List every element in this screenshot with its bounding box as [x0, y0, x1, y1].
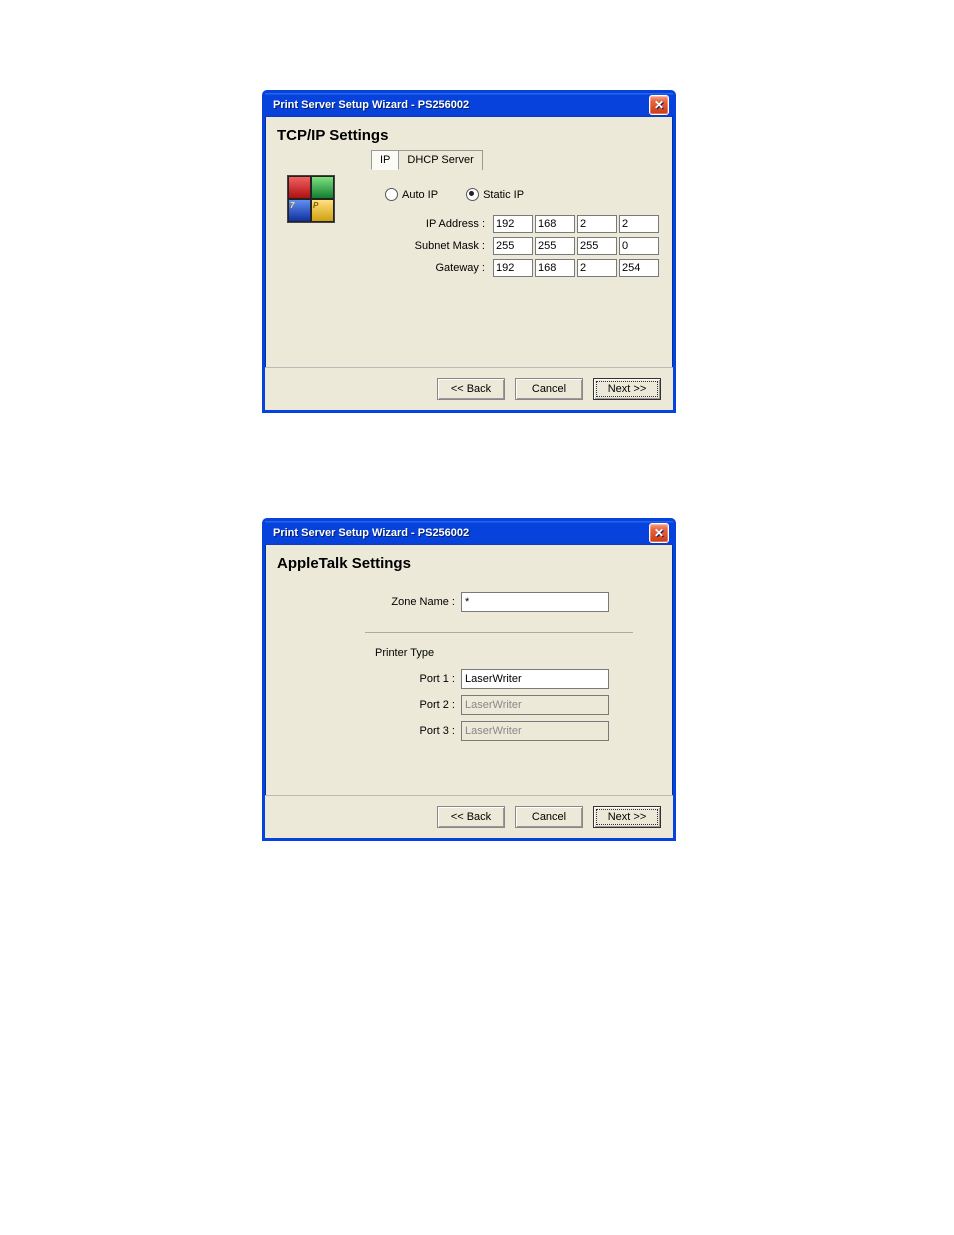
subnet-octet-2[interactable] — [535, 237, 575, 255]
titlebar[interactable]: Print Server Setup Wizard - PS256002 ✕ — [265, 521, 673, 545]
ip-octet-2[interactable] — [535, 215, 575, 233]
subnet-mask-label: Subnet Mask : — [411, 240, 491, 252]
port2-label: Port 2 : — [375, 699, 461, 711]
gateway-octet-4[interactable] — [619, 259, 659, 277]
subnet-octet-3[interactable] — [577, 237, 617, 255]
wizard-window-tcpip: Print Server Setup Wizard - PS256002 ✕ T… — [262, 90, 676, 413]
radio-auto-ip-label: Auto IP — [402, 189, 438, 201]
port1-label: Port 1 : — [375, 673, 461, 685]
gateway-label: Gateway : — [411, 262, 491, 274]
subnet-octet-1[interactable] — [493, 237, 533, 255]
page-title: TCP/IP Settings — [277, 127, 663, 144]
gateway-octet-1[interactable] — [493, 259, 533, 277]
radio-static-ip-label: Static IP — [483, 189, 524, 201]
close-icon[interactable]: ✕ — [649, 95, 669, 115]
gateway-octet-2[interactable] — [535, 259, 575, 277]
divider — [365, 632, 633, 633]
next-button[interactable]: Next >> — [593, 378, 661, 400]
radio-auto-ip[interactable]: Auto IP — [385, 188, 438, 201]
ip-octet-3[interactable] — [577, 215, 617, 233]
ip-octet-4[interactable] — [619, 215, 659, 233]
port3-input — [461, 721, 609, 741]
gateway-octet-3[interactable] — [577, 259, 617, 277]
wizard-window-appletalk: Print Server Setup Wizard - PS256002 ✕ A… — [262, 518, 676, 841]
ip-octet-1[interactable] — [493, 215, 533, 233]
port2-input — [461, 695, 609, 715]
radio-static-ip[interactable]: Static IP — [466, 188, 524, 201]
window-title: Print Server Setup Wizard - PS256002 — [273, 527, 469, 539]
window-title: Print Server Setup Wizard - PS256002 — [273, 99, 469, 111]
titlebar[interactable]: Print Server Setup Wizard - PS256002 ✕ — [265, 93, 673, 117]
zone-name-label: Zone Name : — [375, 596, 461, 608]
tcpip-logo-icon: 7 P — [287, 175, 335, 223]
subnet-octet-4[interactable] — [619, 237, 659, 255]
ip-address-label: IP Address : — [411, 218, 491, 230]
tab-dhcp-server[interactable]: DHCP Server — [398, 150, 482, 170]
port1-input[interactable] — [461, 669, 609, 689]
printer-type-label: Printer Type — [375, 647, 663, 659]
close-icon[interactable]: ✕ — [649, 523, 669, 543]
tab-ip[interactable]: IP — [371, 150, 399, 170]
page-title: AppleTalk Settings — [277, 555, 663, 572]
back-button[interactable]: << Back — [437, 378, 505, 400]
cancel-button[interactable]: Cancel — [515, 378, 583, 400]
next-button[interactable]: Next >> — [593, 806, 661, 828]
port3-label: Port 3 : — [375, 725, 461, 737]
cancel-button[interactable]: Cancel — [515, 806, 583, 828]
zone-name-input[interactable] — [461, 592, 609, 612]
back-button[interactable]: << Back — [437, 806, 505, 828]
